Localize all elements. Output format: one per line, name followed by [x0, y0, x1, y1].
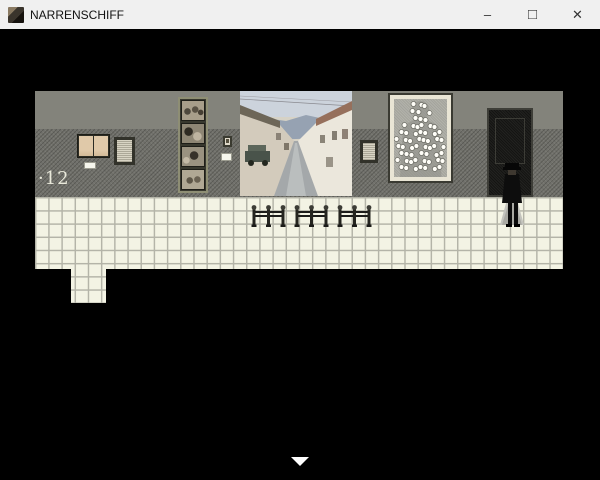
exhibit-miniature-plaque[interactable] — [223, 136, 232, 147]
tiled-floor-extension — [71, 269, 106, 303]
window-titlebar: NARRENSCHIFF – □ ✕ — [0, 0, 600, 29]
door-panel — [495, 118, 525, 164]
chevron-down-icon[interactable] — [291, 457, 309, 466]
dot-figure-image — [394, 99, 447, 177]
street-photo-image — [240, 91, 352, 196]
etching-frame — [114, 137, 135, 165]
room-number: ·12 — [38, 168, 70, 189]
diptych-right-leaf — [94, 136, 108, 156]
stanchion-icon — [250, 205, 287, 228]
print-frame — [360, 140, 378, 163]
game-viewport[interactable]: ·12 — [0, 29, 600, 480]
window-controls: – □ ✕ — [465, 0, 600, 29]
photo-1 — [181, 100, 205, 121]
visitor-sprite — [497, 162, 527, 228]
stanchion-icon — [336, 205, 373, 228]
app-icon — [8, 7, 24, 23]
plaque-mark — [226, 139, 229, 143]
exhibit-open-book-diptych[interactable] — [77, 134, 110, 158]
dot-art-canvas — [394, 99, 447, 177]
photo-4 — [181, 169, 205, 190]
stanchion-group — [250, 205, 287, 228]
photo-3 — [181, 146, 205, 167]
exhibit-dot-figure-painting[interactable] — [388, 93, 453, 183]
minimize-button[interactable]: – — [465, 0, 510, 29]
maximize-button[interactable]: □ — [510, 0, 555, 29]
visitor-figure — [497, 162, 527, 228]
window-title: NARRENSCHIFF — [30, 8, 124, 22]
diptych-left-leaf — [79, 136, 93, 156]
exhibit-small-framed-print[interactable] — [360, 140, 378, 163]
stanchion-icon — [293, 205, 330, 228]
exhibit-label — [221, 153, 232, 161]
stanchion-group — [293, 205, 330, 228]
photo-2 — [181, 123, 205, 144]
exhibit-photo-column[interactable] — [178, 97, 208, 193]
exhibit-street-photo-passage[interactable] — [240, 91, 352, 196]
exhibit-framed-etching[interactable] — [114, 137, 135, 165]
close-button[interactable]: ✕ — [555, 0, 600, 29]
stanchion-group — [336, 205, 373, 228]
exhibit-label — [84, 162, 96, 169]
